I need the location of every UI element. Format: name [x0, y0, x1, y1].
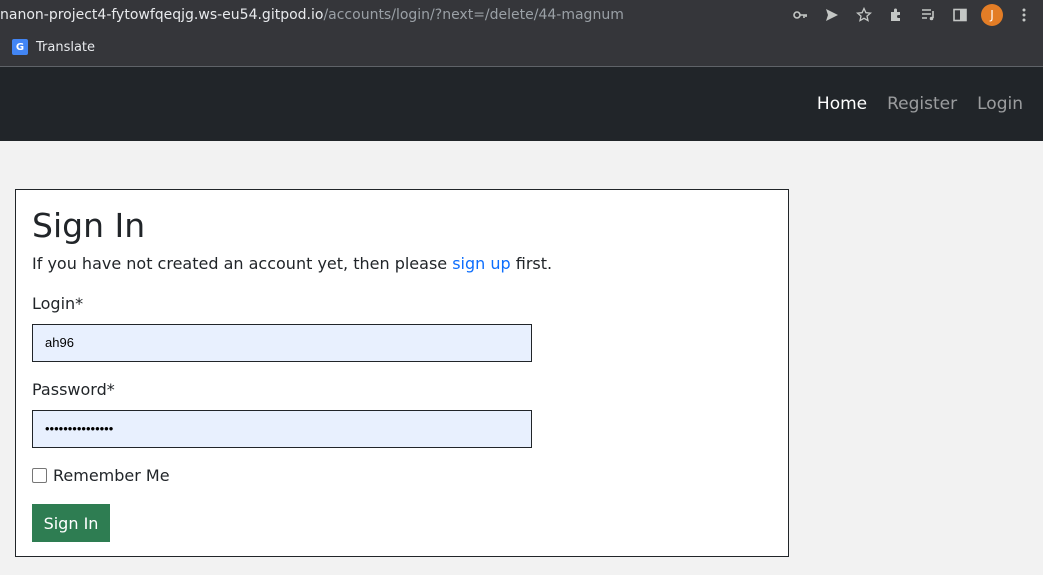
- google-translate-icon: G: [12, 39, 28, 55]
- bookmark-label: Translate: [36, 39, 96, 55]
- login-label: Login*: [32, 294, 84, 313]
- extensions-icon[interactable]: [885, 4, 907, 26]
- signin-card: Sign In If you have not created an accou…: [15, 189, 789, 557]
- nav-register[interactable]: Register: [887, 94, 957, 114]
- page-title: Sign In: [32, 206, 146, 245]
- menu-icon[interactable]: [1013, 4, 1035, 26]
- nav-login[interactable]: Login: [977, 94, 1023, 114]
- remember-me-label[interactable]: Remember Me: [53, 466, 170, 485]
- url-path: /accounts/login/?next=/delete/44-magnum: [323, 7, 624, 23]
- key-icon[interactable]: [789, 4, 811, 26]
- nav-home[interactable]: Home: [817, 94, 867, 114]
- bookmarks-bar: G Translate: [0, 30, 1043, 67]
- password-label: Password*: [32, 380, 115, 399]
- login-field[interactable]: ah96: [32, 324, 532, 362]
- signin-intro: If you have not created an account yet, …: [32, 254, 552, 273]
- remember-me-row: Remember Me: [32, 466, 170, 485]
- media-icon[interactable]: [917, 4, 939, 26]
- intro-text-before: If you have not created an account yet, …: [32, 254, 453, 273]
- sidepanel-icon[interactable]: [949, 4, 971, 26]
- site-navbar: Home Register Login: [0, 67, 1043, 141]
- intro-text-after: first.: [510, 254, 553, 273]
- remember-me-checkbox[interactable]: [32, 468, 47, 483]
- url-text[interactable]: nanon-project4-fytowfqeqjg.ws-eu54.gitpo…: [0, 0, 624, 30]
- star-icon[interactable]: [853, 4, 875, 26]
- url-host: nanon-project4-fytowfqeqjg.ws-eu54.gitpo…: [0, 7, 324, 23]
- bookmark-translate[interactable]: G Translate: [12, 39, 95, 55]
- signin-button[interactable]: Sign In: [32, 504, 110, 542]
- browser-url-bar[interactable]: nanon-project4-fytowfqeqjg.ws-eu54.gitpo…: [0, 0, 1043, 30]
- profile-avatar[interactable]: J: [981, 4, 1003, 26]
- signup-link[interactable]: sign up: [452, 254, 510, 273]
- nav-links: Home Register Login: [817, 67, 1023, 141]
- password-field[interactable]: •••••••••••••••: [32, 410, 532, 448]
- browser-toolbar-icons: J: [789, 0, 1035, 30]
- send-icon[interactable]: [821, 4, 843, 26]
